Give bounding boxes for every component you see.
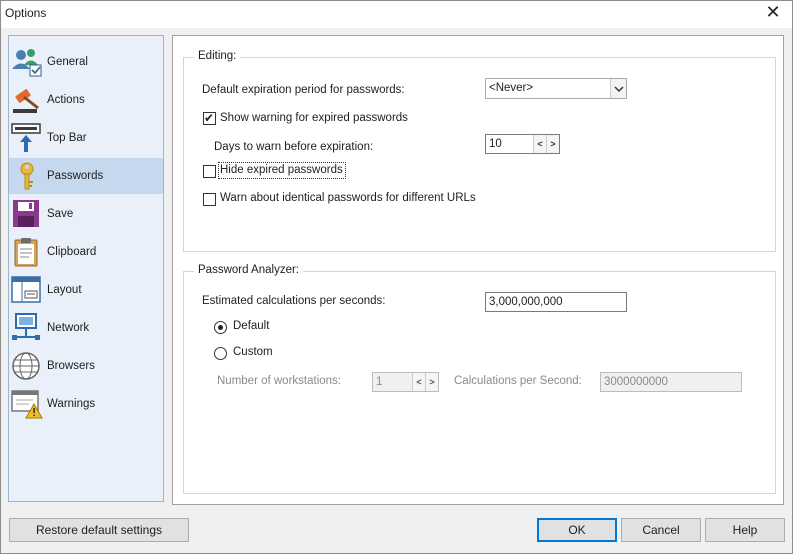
layout-window-icon: [11, 276, 41, 303]
calc-per-second-value: 3,000,000,000: [489, 296, 563, 308]
sidebar-item-label: Network: [47, 322, 90, 334]
close-icon: ✕: [765, 2, 781, 22]
decrement-icon[interactable]: <: [412, 373, 425, 391]
custom-radio-label: Custom: [233, 346, 273, 358]
cps-input[interactable]: 3000000000: [600, 372, 742, 392]
workstations-label: Number of workstations:: [217, 375, 341, 387]
workstations-value: 1: [376, 376, 383, 388]
floppy-disk-icon: [13, 200, 39, 227]
default-radio[interactable]: [214, 321, 227, 334]
top-bar-arrow-icon: [11, 123, 41, 152]
workstations-stepper[interactable]: 1 < >: [372, 372, 439, 392]
calc-per-second-input[interactable]: 3,000,000,000: [485, 292, 627, 312]
show-warning-label: Show warning for expired passwords: [220, 112, 408, 124]
default-radio-label: Default: [233, 320, 270, 332]
sidebar-item-label: Passwords: [47, 170, 104, 182]
sidebar-item-label: Warnings: [47, 398, 96, 410]
sidebar-item-browsers[interactable]: Browsers: [9, 348, 163, 384]
globe-icon: [12, 352, 40, 380]
hide-expired-label: Hide expired passwords: [220, 164, 343, 176]
sidebar-item-passwords[interactable]: Passwords: [9, 158, 163, 194]
passwords-settings-panel: Editing: Default expiration period for p…: [172, 35, 784, 505]
sidebar-item-label: Clipboard: [47, 246, 97, 258]
network-computer-icon: [12, 313, 40, 340]
cps-value: 3000000000: [604, 376, 668, 388]
days-warn-stepper[interactable]: 10 < >: [485, 134, 560, 154]
show-warning-checkbox[interactable]: ✔: [203, 111, 216, 125]
password-analyzer-group: Password Analyzer: Estimated calculation…: [183, 264, 776, 494]
decrement-icon[interactable]: <: [533, 135, 546, 153]
sidebar-item-save[interactable]: Save: [9, 196, 163, 232]
users-check-icon: [12, 49, 42, 77]
radio-selected-dot: [218, 325, 223, 330]
sidebar-item-label: Layout: [47, 284, 82, 296]
checkmark-icon: ✔: [204, 111, 215, 125]
key-icon: [20, 162, 34, 190]
options-sidebar: General Actions Top Bar Passwords Save C…: [8, 35, 164, 502]
warn-identical-checkbox[interactable]: [203, 193, 216, 206]
increment-icon[interactable]: >: [546, 135, 559, 153]
expiration-period-value: <Never>: [489, 82, 534, 94]
chevron-down-icon: [610, 79, 626, 98]
expiration-label: Default expiration period for passwords:: [202, 84, 405, 96]
password-analyzer-group-title: Password Analyzer:: [194, 264, 303, 276]
cps-label: Calculations per Second:: [454, 375, 582, 387]
cancel-button[interactable]: Cancel: [621, 518, 701, 542]
custom-radio[interactable]: [214, 347, 227, 360]
sidebar-item-actions[interactable]: Actions: [9, 82, 163, 118]
title-bar: Options ✕: [0, 0, 793, 28]
editing-group-title: Editing:: [194, 50, 241, 62]
days-warn-label: Days to warn before expiration:: [214, 141, 374, 153]
window-title: Options: [5, 6, 47, 20]
help-button[interactable]: Help: [705, 518, 785, 542]
sidebar-item-top-bar[interactable]: Top Bar: [9, 120, 163, 156]
increment-icon[interactable]: >: [425, 373, 438, 391]
sidebar-item-label: General: [47, 56, 88, 68]
hide-expired-checkbox[interactable]: [203, 165, 216, 178]
restore-defaults-button[interactable]: Restore default settings: [9, 518, 189, 542]
expiration-period-select[interactable]: <Never>: [485, 78, 627, 99]
sidebar-item-clipboard[interactable]: Clipboard: [9, 234, 163, 270]
sidebar-item-warnings[interactable]: Warnings: [9, 386, 163, 422]
sidebar-item-network[interactable]: Network: [9, 310, 163, 346]
sidebar-item-label: Save: [47, 208, 74, 220]
sidebar-item-general[interactable]: General: [9, 44, 163, 80]
sidebar-item-layout[interactable]: Layout: [9, 272, 163, 308]
ok-button[interactable]: OK: [537, 518, 617, 542]
calc-per-second-label: Estimated calculations per seconds:: [202, 295, 386, 307]
close-button[interactable]: ✕: [759, 2, 787, 24]
clipboard-icon: [14, 238, 38, 267]
days-warn-value: 10: [489, 138, 502, 150]
sidebar-item-label: Actions: [47, 94, 85, 106]
gavel-icon: [13, 89, 39, 113]
sidebar-item-label: Browsers: [47, 360, 95, 372]
warning-window-icon: [11, 390, 43, 419]
editing-group: Editing: Default expiration period for p…: [183, 50, 776, 252]
sidebar-item-label: Top Bar: [47, 132, 87, 144]
warn-identical-label: Warn about identical passwords for diffe…: [220, 192, 476, 204]
